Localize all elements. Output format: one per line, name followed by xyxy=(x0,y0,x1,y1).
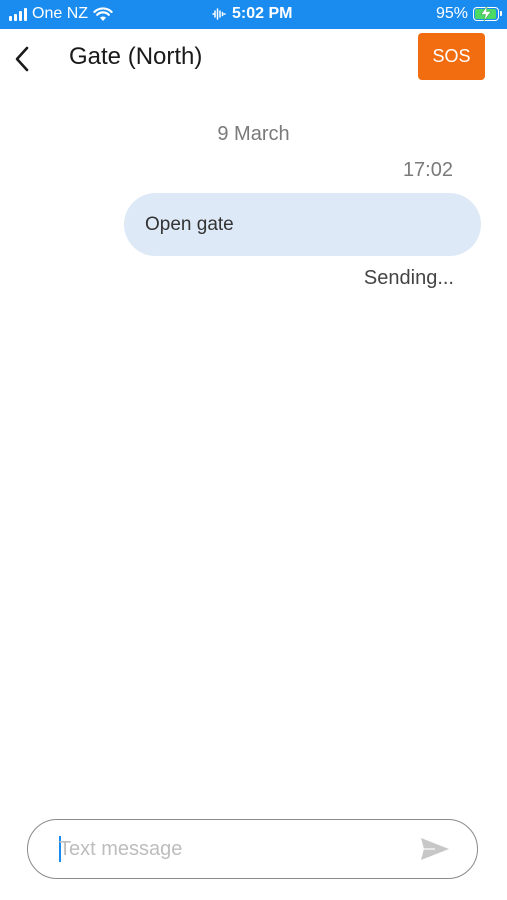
status-right: 95% xyxy=(435,5,502,23)
send-icon xyxy=(421,838,449,860)
header: Gate (North) SOS xyxy=(0,29,507,89)
carrier-label: One NZ xyxy=(32,5,89,22)
message-time: 17:02 xyxy=(402,159,453,181)
date-separator: 9 March xyxy=(217,123,290,145)
message-composer xyxy=(27,819,478,879)
clock-label: 5:02 PM xyxy=(232,5,293,22)
signal-icon xyxy=(9,7,27,21)
bolt-icon xyxy=(480,6,492,21)
chevron-left-icon xyxy=(15,46,29,72)
message-input[interactable] xyxy=(59,832,399,866)
activity-icon xyxy=(212,8,226,20)
battery-cap xyxy=(500,11,502,16)
send-button[interactable] xyxy=(418,834,452,864)
status-center: 5:02 PM xyxy=(212,5,292,23)
wifi-icon xyxy=(93,6,113,21)
page-title: Gate (North) xyxy=(69,43,203,70)
battery-percent: 95% xyxy=(435,5,468,22)
message-bubble[interactable]: Open gate xyxy=(124,193,481,256)
status-bar: One NZ 5:02 PM 95% xyxy=(0,0,507,29)
message-text: Open gate xyxy=(145,213,234,235)
back-button[interactable] xyxy=(8,42,36,76)
screen: One NZ 5:02 PM 95% Gate (North) SOS 9 Ma… xyxy=(0,0,507,900)
sos-button[interactable]: SOS xyxy=(418,33,485,80)
status-left: One NZ xyxy=(9,5,113,23)
message-status: Sending... xyxy=(363,267,454,289)
battery-charging-icon xyxy=(473,6,502,21)
